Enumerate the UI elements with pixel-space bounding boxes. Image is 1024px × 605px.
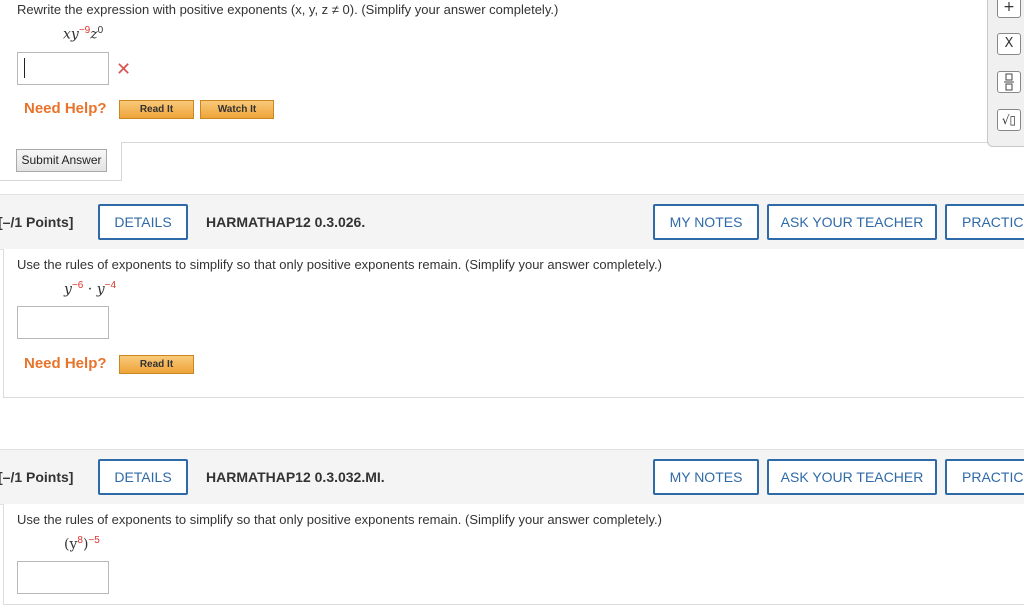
text-caret [24,58,25,78]
q1-expression: xy−9z0 [63,25,103,43]
q1-need-help-label: Need Help? [24,100,107,117]
q3-answer-input[interactable] [17,561,109,594]
q2-practice-button[interactable]: PRACTICE [945,204,1024,240]
incorrect-x-icon: ✕ [116,59,132,80]
sqrt-icon[interactable]: √▯ [997,109,1021,131]
q2-details-button[interactable]: DETAILS [98,204,188,240]
q2-expr-dot: · [87,281,93,298]
q2-expr-exp1: −6 [71,280,84,291]
q2-my-notes-button[interactable]: MY NOTES [653,204,759,240]
q1-expr-base2: z [90,26,98,43]
q1-read-it-button[interactable]: Read It [119,100,194,119]
q1-expr-exp1: −9 [78,25,91,36]
q1-prompt: Rewrite the expression with positive exp… [17,2,559,17]
q2-ask-teacher-button[interactable]: ASK YOUR TEACHER [767,204,937,240]
q2-expr-exp2: −4 [104,280,117,291]
q1-answer-input[interactable] [17,52,109,85]
submit-answer-button[interactable]: Submit Answer [16,149,107,172]
q1-expr-exp2: 0 [97,25,104,36]
q2-question-id: HARMATHAP12 0.3.026. [206,214,366,230]
fraction-icon-glyph [1004,73,1014,91]
q2-expr-base1: y [64,281,72,298]
q2-expression: y−6 · y−4 [64,280,116,298]
q2-prompt: Use the rules of exponents to simplify s… [17,257,662,272]
q3-details-button[interactable]: DETAILS [98,459,188,495]
plus-icon[interactable]: + [997,0,1021,18]
q2-need-help-label: Need Help? [24,355,107,372]
q2-points: [–/1 Points] [0,214,74,230]
q2-expr-base2: y [96,281,105,298]
q3-expression: (y8)−5 [64,535,100,553]
q3-points: [–/1 Points] [0,469,74,485]
q3-ask-teacher-button[interactable]: ASK YOUR TEACHER [767,459,937,495]
q1-watch-it-button[interactable]: Watch It [200,100,274,119]
q3-my-notes-button[interactable]: MY NOTES [653,459,759,495]
q3-practice-button[interactable]: PRACTICE [945,459,1024,495]
divider [121,142,1024,143]
multiply-icon[interactable]: X [997,33,1021,55]
q1-expr-base1: xy [63,26,79,43]
q3-prompt: Use the rules of exponents to simplify s… [17,512,662,527]
q2-read-it-button[interactable]: Read It [119,355,194,374]
q3-expr-open: (y [64,536,78,553]
q3-question-id: HARMATHAP12 0.3.032.MI. [206,469,385,485]
q3-expr-exp2: −5 [88,535,100,546]
q2-answer-input[interactable] [17,306,109,339]
fraction-icon[interactable] [997,71,1021,93]
